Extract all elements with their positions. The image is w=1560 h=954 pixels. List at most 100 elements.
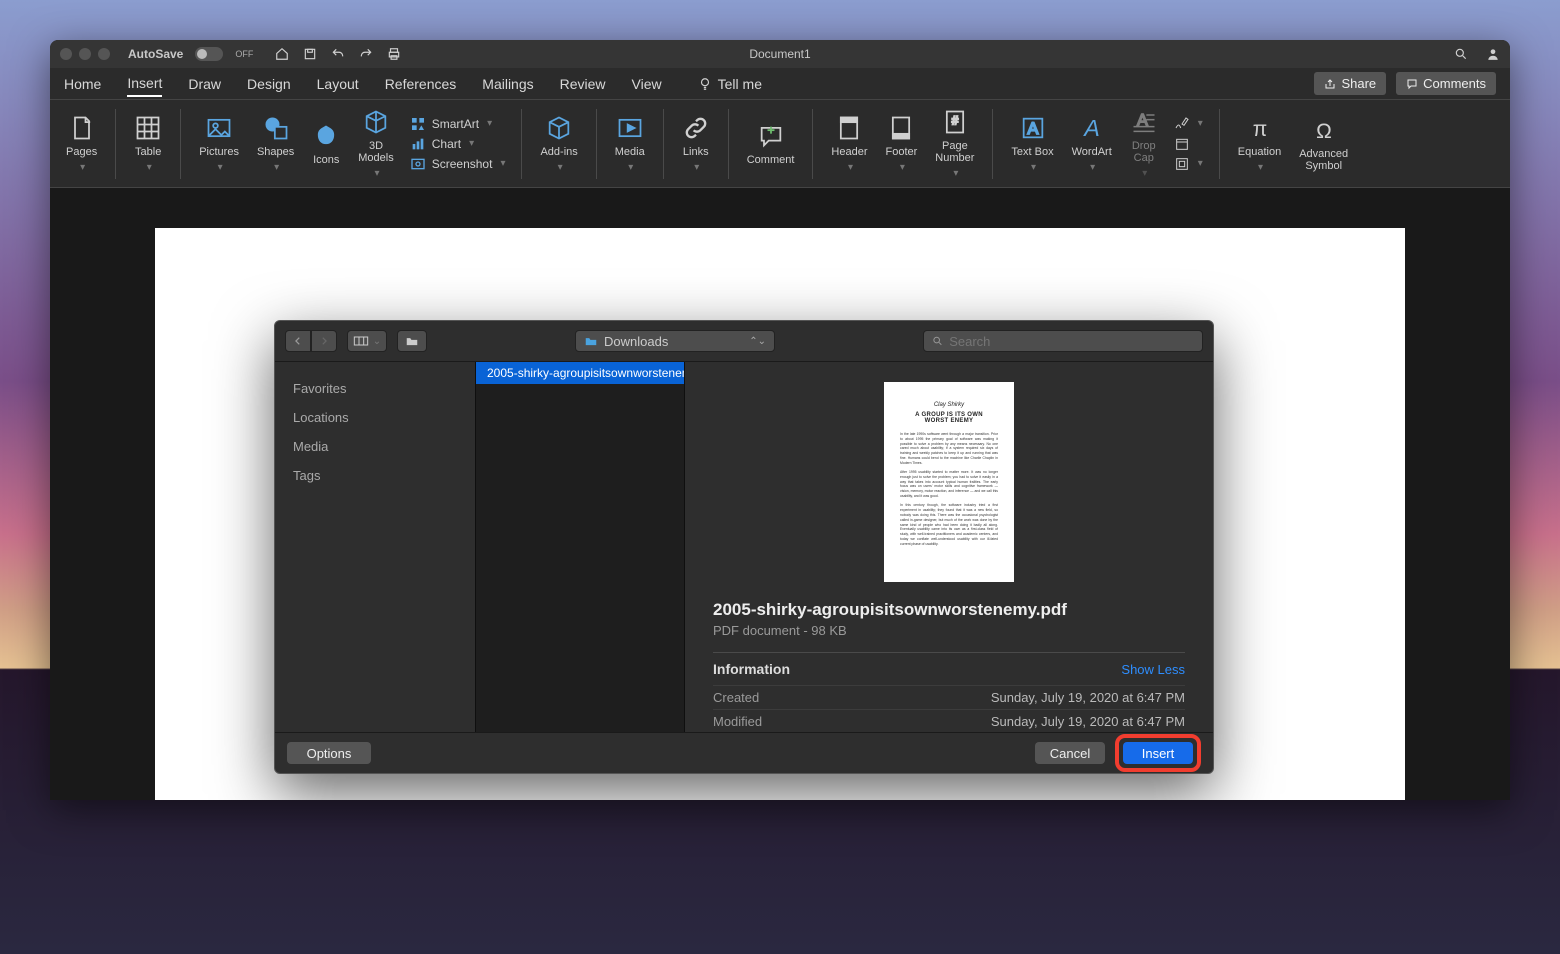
search-field[interactable] bbox=[923, 330, 1203, 352]
info-val: Sunday, July 19, 2020 at 6:47 PM bbox=[991, 690, 1185, 705]
sidebar-media[interactable]: Media bbox=[275, 432, 475, 461]
models-label: 3D Models bbox=[358, 140, 393, 164]
search-icon[interactable] bbox=[1454, 47, 1468, 61]
file-picker-dialog: ⌄ Downloads ⌃⌄ Favorites Locations Media… bbox=[274, 320, 1214, 774]
sidebar-tags[interactable]: Tags bbox=[275, 461, 475, 490]
cancel-label: Cancel bbox=[1050, 746, 1090, 761]
symbol-icon: Ω bbox=[1310, 116, 1338, 144]
info-row-modified: ModifiedSunday, July 19, 2020 at 6:47 PM bbox=[713, 709, 1185, 732]
comment-icon bbox=[1406, 78, 1418, 90]
save-icon[interactable] bbox=[303, 47, 317, 61]
info-key: Created bbox=[713, 690, 759, 705]
smartart-icon bbox=[410, 116, 426, 132]
textbox-button[interactable]: AText Box▾ bbox=[1005, 110, 1059, 177]
tell-me[interactable]: Tell me bbox=[698, 76, 762, 92]
chart-button[interactable]: Chart▾ bbox=[410, 136, 506, 152]
pictures-icon bbox=[205, 114, 233, 142]
forward-button[interactable] bbox=[311, 330, 337, 352]
view-mode-button[interactable]: ⌄ bbox=[347, 330, 387, 352]
screenshot-button[interactable]: Screenshot▾ bbox=[410, 156, 506, 172]
signature-button[interactable]: ▾ bbox=[1174, 116, 1203, 132]
dropcap-icon: A bbox=[1130, 108, 1158, 136]
tab-insert[interactable]: Insert bbox=[127, 75, 162, 97]
word-window: AutoSave OFF Document1 Home Insert Draw … bbox=[50, 40, 1510, 800]
preview-meta: PDF document - 98 KB bbox=[713, 623, 1185, 638]
options-button[interactable]: Options bbox=[287, 742, 371, 764]
datetime-button[interactable] bbox=[1174, 136, 1203, 152]
svg-text:Ω: Ω bbox=[1316, 120, 1332, 143]
pages-button[interactable]: Pages▾ bbox=[60, 110, 103, 177]
object-icon bbox=[1174, 156, 1190, 172]
symbol-button[interactable]: ΩAdvanced Symbol bbox=[1293, 112, 1354, 176]
file-item-selected[interactable]: 2005-shirky-agroupisitsownworstenemy.pdf bbox=[476, 362, 684, 384]
tab-references[interactable]: References bbox=[385, 76, 457, 92]
document-title: Document1 bbox=[749, 47, 810, 61]
shapes-button[interactable]: Shapes▾ bbox=[251, 110, 300, 177]
icons-icon bbox=[312, 122, 340, 150]
table-icon bbox=[134, 114, 162, 142]
chevron-right-icon bbox=[319, 336, 329, 346]
chart-label: Chart bbox=[432, 137, 461, 151]
dropcap-button[interactable]: ADrop Cap▾ bbox=[1124, 104, 1164, 183]
pictures-label: Pictures bbox=[199, 146, 239, 158]
footer-button[interactable]: Footer▾ bbox=[880, 110, 924, 177]
share-button[interactable]: Share bbox=[1314, 72, 1386, 95]
back-button[interactable] bbox=[285, 330, 311, 352]
pagenum-button[interactable]: #Page Number▾ bbox=[929, 104, 980, 183]
comments-button[interactable]: Comments bbox=[1396, 72, 1496, 95]
minimize-icon[interactable] bbox=[79, 48, 91, 60]
table-label: Table bbox=[135, 146, 161, 158]
close-icon[interactable] bbox=[60, 48, 72, 60]
cube-icon bbox=[362, 108, 390, 136]
table-button[interactable]: Table▾ bbox=[128, 110, 168, 177]
tab-layout[interactable]: Layout bbox=[317, 76, 359, 92]
svg-text:A: A bbox=[1082, 115, 1100, 141]
undo-icon[interactable] bbox=[331, 47, 345, 61]
tab-view[interactable]: View bbox=[632, 76, 662, 92]
info-row-created: Created Sunday, July 19, 2020 at 6:47 PM bbox=[713, 685, 1185, 709]
tab-home[interactable]: Home bbox=[64, 76, 101, 92]
search-input[interactable] bbox=[949, 334, 1194, 349]
cancel-button[interactable]: Cancel bbox=[1035, 742, 1105, 764]
tab-mailings[interactable]: Mailings bbox=[482, 76, 533, 92]
autosave-toggle[interactable] bbox=[195, 47, 223, 61]
pictures-button[interactable]: Pictures▾ bbox=[193, 110, 245, 177]
location-dropdown[interactable]: Downloads ⌃⌄ bbox=[575, 330, 775, 352]
print-icon[interactable] bbox=[387, 47, 401, 61]
home-icon[interactable] bbox=[275, 47, 289, 61]
info-table: CreatedSunday, July 19, 2020 at 6:47 PM … bbox=[713, 685, 1185, 732]
addins-button[interactable]: Add-ins▾ bbox=[534, 110, 583, 177]
smartart-button[interactable]: SmartArt▾ bbox=[410, 116, 506, 132]
tab-draw[interactable]: Draw bbox=[188, 76, 221, 92]
zoom-icon[interactable] bbox=[98, 48, 110, 60]
sidebar-favorites[interactable]: Favorites bbox=[275, 374, 475, 403]
footer-label: Footer bbox=[886, 146, 918, 158]
icons-button[interactable]: Icons bbox=[306, 118, 346, 170]
insert-button[interactable]: Insert bbox=[1123, 742, 1193, 764]
comment-label: Comment bbox=[747, 154, 795, 166]
wordart-button[interactable]: AWordArt▾ bbox=[1066, 110, 1118, 177]
media-button[interactable]: Media▾ bbox=[609, 110, 651, 177]
picker-footer: Options Cancel Insert bbox=[275, 733, 1213, 773]
group-button[interactable] bbox=[397, 330, 427, 352]
account-icon[interactable] bbox=[1486, 47, 1500, 61]
datetime-icon bbox=[1174, 136, 1190, 152]
equation-button[interactable]: πEquation▾ bbox=[1232, 110, 1287, 177]
sidebar-locations[interactable]: Locations bbox=[275, 403, 475, 432]
header-button[interactable]: Header▾ bbox=[825, 110, 873, 177]
tab-review[interactable]: Review bbox=[560, 76, 606, 92]
svg-text:π: π bbox=[1252, 118, 1267, 141]
shapes-label: Shapes bbox=[257, 146, 294, 158]
comment-button[interactable]: Comment bbox=[741, 118, 801, 170]
insert-label: Insert bbox=[1142, 746, 1175, 761]
show-less-link[interactable]: Show Less bbox=[1121, 662, 1185, 677]
tab-design[interactable]: Design bbox=[247, 76, 291, 92]
redo-icon[interactable] bbox=[359, 47, 373, 61]
object-button[interactable]: ▾ bbox=[1174, 156, 1203, 172]
3dmodels-button[interactable]: 3D Models▾ bbox=[352, 104, 399, 183]
info-val: Sunday, July 19, 2020 at 6:47 PM bbox=[991, 714, 1185, 729]
links-button[interactable]: Links▾ bbox=[676, 110, 716, 177]
footer-icon bbox=[887, 114, 915, 142]
pages-label: Pages bbox=[66, 146, 97, 158]
downloads-icon bbox=[584, 335, 598, 347]
